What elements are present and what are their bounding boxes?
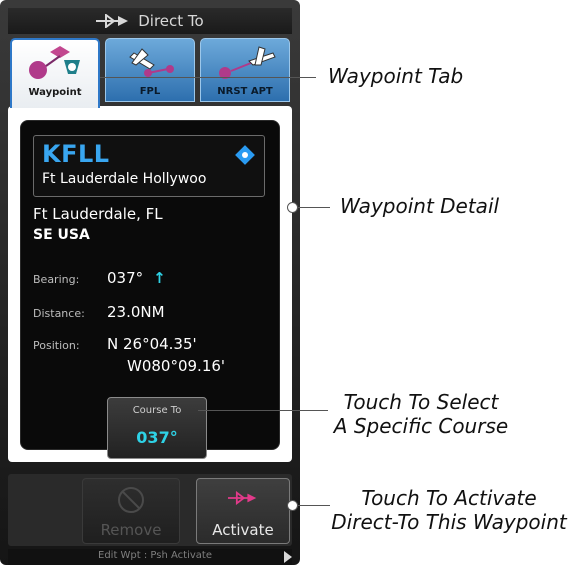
callout-activate-line-1: Touch To Activate — [361, 486, 537, 510]
position-longitude: W080°09.16' — [127, 357, 226, 375]
device-screen: Direct To Waypoint FPL NRST APT KFLL Ft … — [0, 0, 300, 565]
waypoint-name: Ft Lauderdale Hollywoo — [42, 171, 207, 187]
waypoint-identifier-box[interactable]: KFLL Ft Lauderdale Hollywoo — [33, 135, 265, 197]
callout-course-line-1: Touch To Select — [343, 390, 499, 414]
distance-label: Distance: — [33, 307, 85, 320]
distance-value: 23.0NM — [107, 303, 165, 321]
bearing-arrow-icon: ↑ — [153, 269, 166, 287]
bottom-button-bar: Remove Activate — [8, 474, 292, 546]
bearing-value: 037° ↑ — [107, 269, 166, 287]
tab-label: Waypoint — [28, 87, 82, 98]
course-to-button[interactable]: Course To 037° — [107, 397, 207, 459]
play-arrow-icon — [284, 551, 292, 563]
tab-fpl[interactable]: FPL — [105, 38, 195, 102]
tab-nrst-apt[interactable]: NRST APT — [200, 38, 290, 102]
callout-course: Touch To Select A Specific Course — [326, 390, 516, 438]
callout-activate: Touch To Activate Direct-To This Waypoin… — [330, 486, 568, 534]
airport-icon — [235, 145, 255, 165]
position-label: Position: — [33, 339, 80, 352]
course-leader — [198, 410, 328, 411]
tab-label: NRST APT — [217, 86, 273, 97]
activate-leader — [298, 505, 330, 506]
course-to-label: Course To — [132, 405, 182, 416]
position-latitude: N 26°04.35' — [107, 335, 197, 353]
bearing-label: Bearing: — [33, 273, 80, 286]
waypoint-city: Ft Lauderdale, FL — [33, 205, 163, 223]
waypoint-detail: KFLL Ft Lauderdale Hollywoo Ft Lauderdal… — [20, 120, 280, 459]
tab-waypoint[interactable]: Waypoint — [10, 38, 100, 108]
waypoint-tab-leader — [66, 77, 316, 78]
waypoint-detail-marker — [287, 202, 298, 213]
page-title: Direct To — [138, 12, 204, 30]
waypoint-region: SE USA — [33, 227, 90, 243]
course-to-value: 037° — [136, 428, 178, 447]
callout-course-line-2: A Specific Course — [333, 414, 509, 438]
waypoint-ident: KFLL — [42, 140, 110, 168]
waypoint-detail-leader — [298, 207, 330, 208]
activate-label: Activate — [212, 521, 274, 539]
tab-bar: Waypoint FPL NRST APT — [8, 38, 292, 108]
callout-activate-line-2: Direct-To This Waypoint — [331, 510, 567, 534]
status-hint: Edit Wpt : Psh Activate — [98, 550, 212, 561]
tab-label: FPL — [139, 86, 161, 97]
waypoint-tab-icon — [29, 46, 80, 79]
remove-label: Remove — [100, 521, 162, 539]
callout-waypoint-detail: Waypoint Detail — [340, 194, 500, 218]
bearing-number: 037° — [107, 269, 144, 287]
prohibited-icon — [118, 487, 144, 513]
activate-button[interactable]: Activate — [196, 478, 290, 544]
status-bar: Edit Wpt : Psh Activate — [8, 549, 292, 565]
title-bar: Direct To — [8, 8, 292, 34]
activate-marker — [287, 500, 298, 511]
callout-waypoint-tab: Waypoint Tab — [328, 64, 464, 88]
direct-to-icon — [228, 491, 257, 505]
remove-button[interactable]: Remove — [82, 478, 180, 544]
direct-to-icon — [96, 14, 129, 28]
tab-panel: KFLL Ft Lauderdale Hollywoo Ft Lauderdal… — [8, 106, 292, 462]
